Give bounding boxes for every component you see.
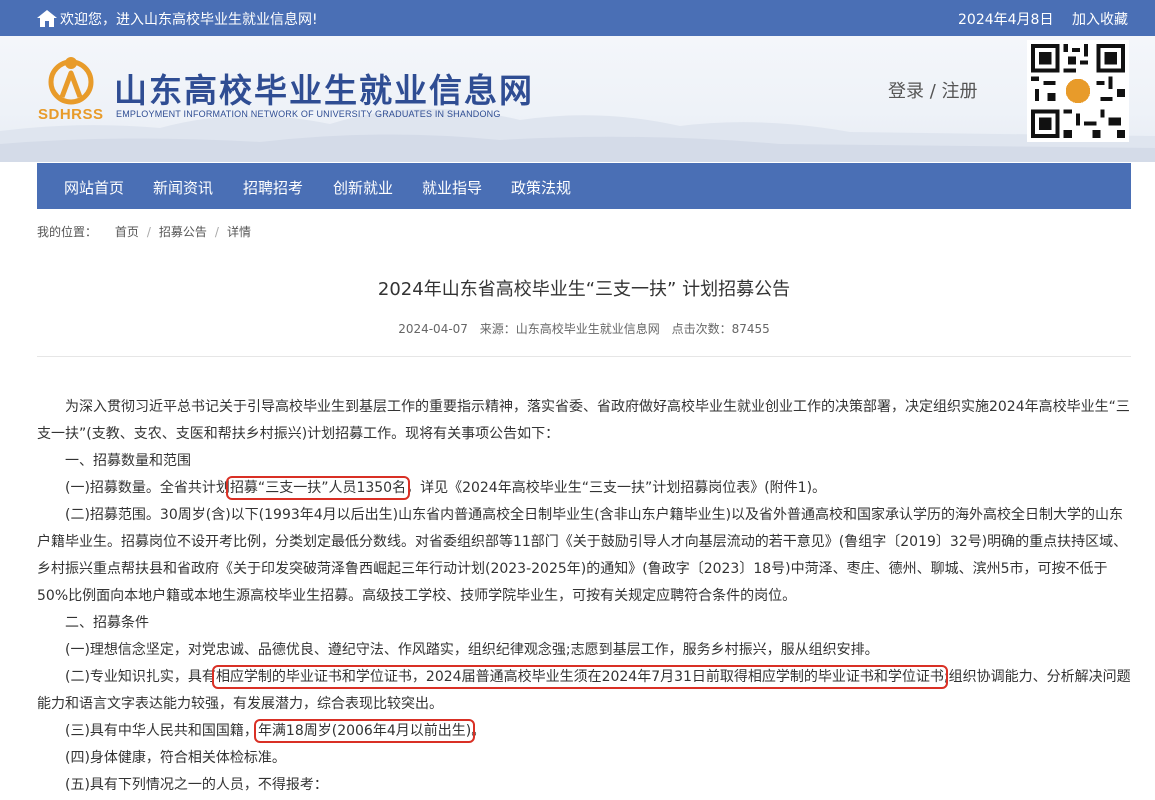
article-paragraph: (四)身体健康，符合相关体检标准。	[37, 750, 286, 766]
article-paragraph: (二)专业知识扎实，具有相应学制的毕业证书和学位证书，2024届普通高校毕业生须…	[37, 664, 1131, 718]
breadcrumb-announcements[interactable]: 招募公告	[159, 225, 207, 239]
article-paragraph: (二)招募范围。30周岁(含)以下(1993年4月以后出生)山东省内普通高校全日…	[37, 507, 1128, 604]
nav-item-recruitment[interactable]: 招聘招考	[243, 177, 303, 198]
nav-item-home[interactable]: 网站首页	[64, 177, 124, 198]
breadcrumb: 我的位置： 首页 / 招募公告 / 详情	[37, 223, 251, 240]
article-paragraph: (一)理想信念坚定，对党忠诚、品德优良、遵纪守法、作风踏实，组织纪律观念强;志愿…	[37, 642, 879, 658]
nav-item-innovation[interactable]: 创新就业	[333, 177, 393, 198]
site-title[interactable]: 山东高校毕业生就业信息网	[114, 64, 534, 112]
text-run: (一)招募数量。全省共计划	[37, 480, 230, 496]
auth-separator: /	[924, 81, 942, 102]
article-source: 来源：山东高校毕业生就业信息网	[479, 322, 660, 336]
article-date: 2024-04-07	[398, 322, 468, 336]
nav-item-guidance[interactable]: 就业指导	[422, 177, 482, 198]
logo-icon	[48, 57, 94, 105]
welcome-text: 欢迎您，进入山东高校毕业生就业信息网!	[60, 12, 318, 28]
text-run: ，详见《2024年高校毕业生“三支一扶”计划招募岗位表》(附件1)。	[406, 480, 827, 496]
logo-abbreviation: SDHRSS	[38, 106, 104, 123]
article-title: 2024年山东省高校毕业生“三支一扶” 计划招募公告	[377, 279, 791, 300]
site-header: SDHRSS 山东高校毕业生就业信息网 EMPLOYMENT INFORMATI…	[0, 36, 1155, 162]
breadcrumb-label: 我的位置：	[37, 225, 98, 239]
register-link[interactable]: 注册	[942, 81, 978, 102]
article-meta: 2024-04-07 来源：山东高校毕业生就业信息网 点击次数：87455	[0, 320, 1155, 337]
text-run: 。	[471, 723, 486, 739]
text-run: (二)专业知识扎实，具有	[37, 669, 216, 685]
breadcrumb-separator: /	[214, 225, 219, 239]
home-icon[interactable]	[37, 10, 57, 27]
nav-item-policy[interactable]: 政策法规	[511, 177, 571, 198]
highlighted-text: 招募“三支一扶”人员1350名	[225, 476, 411, 500]
text-run: (三)具有中华人民共和国国籍，	[37, 723, 258, 739]
section-heading-2: 二、招募条件	[37, 615, 149, 631]
top-bar: 欢迎您，进入山东高校毕业生就业信息网! 2024年4月8日 加入收藏	[0, 0, 1155, 36]
qr-code-icon	[1027, 40, 1129, 142]
article-intro: 为深入贯彻习近平总书记关于引导高校毕业生到基层工作的重要指示精神，落实省委、省政…	[37, 399, 1130, 442]
nav-item-news[interactable]: 新闻资讯	[153, 177, 213, 198]
section-heading-1: 一、招募数量和范围	[37, 453, 191, 469]
site-subtitle: EMPLOYMENT INFORMATION NETWORK OF UNIVER…	[116, 109, 501, 119]
auth-links: 登录 / 注册	[888, 77, 978, 103]
divider	[37, 356, 1131, 357]
article-paragraph: (五)具有下列情况之一的人员，不得报考：	[37, 777, 328, 793]
breadcrumb-separator: /	[146, 225, 151, 239]
highlighted-text: 相应学制的毕业证书和学位证书，2024届普通高校毕业生须在2024年7月31日前…	[211, 665, 948, 689]
article-views: 点击次数：87455	[671, 322, 770, 336]
login-link[interactable]: 登录	[888, 81, 924, 102]
breadcrumb-home[interactable]: 首页	[115, 225, 139, 239]
main-nav: 网站首页 新闻资讯 招聘招考 创新就业 就业指导 政策法规	[37, 163, 1131, 209]
article-paragraph: (三)具有中华人民共和国国籍，年满18周岁(2006年4月以前出生)。	[37, 718, 1131, 745]
highlighted-text: 年满18周岁(2006年4月以前出生)	[253, 719, 476, 743]
article-paragraph: (一)招募数量。全省共计划招募“三支一扶”人员1350名，详见《2024年高校毕…	[37, 475, 1131, 502]
current-date: 2024年4月8日	[958, 12, 1054, 28]
breadcrumb-current: 详情	[226, 225, 251, 239]
add-favorite-link[interactable]: 加入收藏	[1072, 9, 1128, 29]
